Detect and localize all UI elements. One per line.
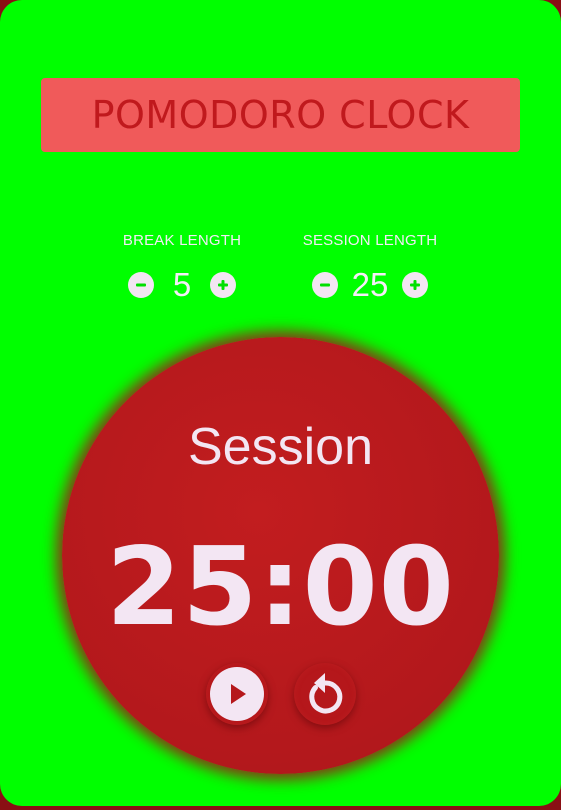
plus-circle-icon — [410, 280, 421, 290]
play-button[interactable] — [205, 663, 268, 725]
title-banner: POMODORO CLOCK — [41, 78, 520, 152]
break-stepper: 5 — [92, 265, 272, 305]
pomodoro-app: POMODORO CLOCK BREAK LENGTH 5 SESSION LE… — [0, 0, 561, 806]
timer-controls — [62, 663, 499, 725]
minus-circle-icon — [319, 283, 330, 287]
session-increment-button[interactable] — [402, 272, 429, 298]
timer-time: 25:00 — [106, 525, 455, 650]
play-icon — [209, 667, 264, 721]
reset-button[interactable] — [293, 663, 356, 725]
reset-icon — [308, 673, 342, 714]
app-title: POMODORO CLOCK — [91, 93, 470, 137]
break-decrement-button[interactable] — [128, 272, 154, 298]
session-stepper: 25 — [280, 265, 460, 305]
session-length-control: SESSION LENGTH 25 — [280, 232, 460, 305]
timer-display: Session 25:00 — [62, 337, 499, 774]
session-length-label: SESSION LENGTH — [302, 232, 438, 249]
session-decrement-button[interactable] — [311, 272, 338, 298]
break-length-value: 5 — [172, 266, 192, 303]
session-length-value: 25 — [351, 266, 389, 303]
break-length-control: BREAK LENGTH 5 — [92, 232, 272, 305]
plus-circle-icon — [218, 280, 228, 290]
minus-circle-icon — [136, 283, 146, 287]
break-increment-button[interactable] — [210, 272, 236, 298]
break-length-label: BREAK LENGTH — [122, 232, 242, 249]
timer-mode-label: Session — [188, 418, 373, 476]
